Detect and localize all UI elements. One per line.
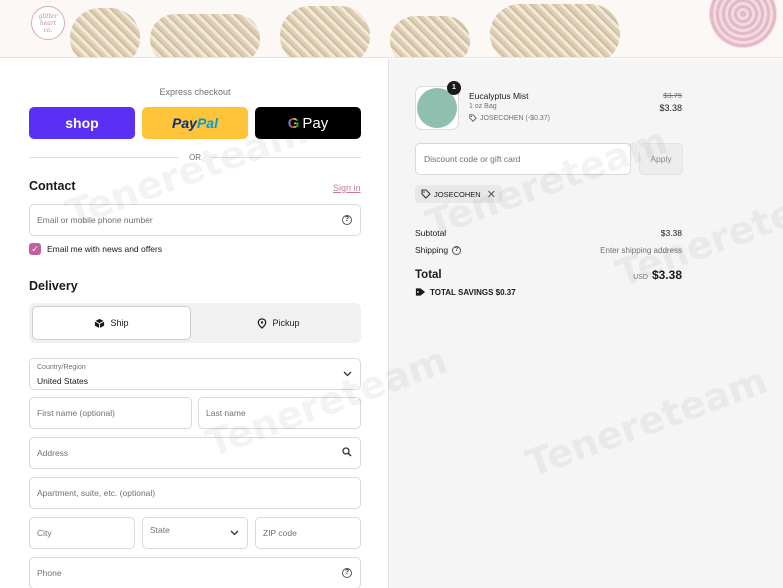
checkout-form: Express checkout shop Pay Pal G Pay OR Co… xyxy=(0,59,389,588)
or-divider: OR xyxy=(29,153,361,162)
city-placeholder: City xyxy=(37,528,52,538)
product-variant: 1 oz Bag xyxy=(469,103,497,110)
quantity-badge: 1 xyxy=(447,81,461,95)
sign-in-link[interactable]: Sign in xyxy=(333,183,361,193)
search-icon[interactable] xyxy=(342,447,352,459)
subtotal-value: $3.38 xyxy=(660,228,682,238)
country-select[interactable]: Country/Region United States xyxy=(29,358,361,390)
apply-button[interactable]: Apply xyxy=(639,143,683,175)
product-discount-text: JOSECOHEN (-$0.37) xyxy=(480,114,551,122)
apartment-placeholder: Apartment, suite, etc. (optional) xyxy=(37,488,156,498)
total-value: $3.38 xyxy=(651,268,682,282)
chevron-down-icon xyxy=(343,369,352,379)
applied-code-chip: JOSECOHEN ✕ xyxy=(415,185,502,203)
header-banner: glitter heart co. xyxy=(0,0,783,58)
help-icon[interactable]: ? xyxy=(342,568,352,578)
tag-icon xyxy=(415,288,426,296)
help-icon[interactable]: ? xyxy=(452,245,462,255)
help-icon[interactable]: ? xyxy=(342,215,352,225)
tag-icon xyxy=(469,114,477,122)
product-name: Eucalyptus Mist xyxy=(469,91,529,101)
banner-decoration xyxy=(709,0,777,48)
total-label: Total xyxy=(415,269,442,281)
email-field[interactable]: Email or mobile phone number ? xyxy=(29,204,361,236)
phone-placeholder: Phone xyxy=(37,568,62,578)
paypal-label-part1: Pay xyxy=(172,115,197,131)
product-discount: JOSECOHEN (-$0.37) xyxy=(469,114,550,122)
city-field[interactable]: City xyxy=(29,517,135,549)
state-select[interactable]: State xyxy=(142,517,248,549)
shipping-value: Enter shipping address xyxy=(600,245,682,255)
newsletter-checkbox-row[interactable]: ✓ Email me with news and offers xyxy=(29,243,162,255)
delivery-heading: Delivery xyxy=(29,279,78,293)
newsletter-label: Email me with news and offers xyxy=(47,244,163,254)
express-checkout-label: Express checkout xyxy=(159,87,231,97)
email-placeholder: Email or mobile phone number xyxy=(37,215,153,225)
shop-pay-label: shop xyxy=(65,115,99,131)
first-name-placeholder: First name (optional) xyxy=(37,408,115,418)
first-name-field[interactable]: First name (optional) xyxy=(29,397,192,429)
store-logo[interactable]: glitter heart co. xyxy=(31,6,65,40)
paypal-button[interactable]: Pay Pal xyxy=(142,107,248,139)
banner-decoration xyxy=(390,16,470,57)
original-price: $3.75 xyxy=(663,91,682,100)
paypal-label-part2: Pal xyxy=(196,115,218,131)
country-value: United States xyxy=(37,376,89,386)
newsletter-checkbox[interactable]: ✓ xyxy=(29,243,41,255)
country-label: Country/Region xyxy=(37,364,86,371)
subtotal-label: Subtotal xyxy=(415,228,447,238)
last-name-placeholder: Last name xyxy=(206,408,246,418)
subtotal-row: Subtotal $3.38 xyxy=(415,228,682,238)
zip-placeholder: ZIP code xyxy=(263,528,297,538)
apartment-field[interactable]: Apartment, suite, etc. (optional) xyxy=(29,477,361,509)
product-price: $3.38 xyxy=(659,103,682,113)
state-placeholder: State xyxy=(150,525,170,535)
savings-value: $0.37 xyxy=(495,287,516,297)
total-currency: USD xyxy=(633,274,648,281)
total-savings: TOTAL SAVINGS $0.37 xyxy=(415,287,516,297)
package-icon xyxy=(95,318,105,328)
discount-code-input[interactable]: Discount code or gift card xyxy=(415,143,631,175)
banner-decoration xyxy=(280,6,370,57)
last-name-field[interactable]: Last name xyxy=(198,397,361,429)
shipping-row: Shipping ? Enter shipping address xyxy=(415,245,682,255)
zip-field[interactable]: ZIP code xyxy=(255,517,361,549)
address-field[interactable]: Address xyxy=(29,437,361,469)
google-pay-button[interactable]: G Pay xyxy=(255,107,361,139)
banner-decoration xyxy=(70,8,140,57)
phone-field[interactable]: Phone ? xyxy=(29,557,361,588)
order-summary: 1 Eucalyptus Mist 1 oz Bag JOSECOHEN (-$… xyxy=(389,59,783,588)
pickup-option[interactable]: Pickup xyxy=(199,306,358,340)
address-placeholder: Address xyxy=(37,448,69,458)
banner-decoration xyxy=(490,4,620,57)
banner-decoration xyxy=(150,14,260,57)
delivery-method-toggle: Ship Pickup xyxy=(29,303,361,343)
shop-pay-button[interactable]: shop xyxy=(29,107,135,139)
chevron-down-icon xyxy=(230,528,239,538)
shipping-label: Shipping xyxy=(415,245,449,255)
pickup-label: Pickup xyxy=(272,318,300,328)
applied-code: JOSECOHEN xyxy=(434,189,481,199)
or-label: OR xyxy=(189,153,201,162)
tag-icon xyxy=(421,189,431,199)
google-g-icon: G xyxy=(287,114,300,132)
ship-option[interactable]: Ship xyxy=(32,306,191,340)
google-pay-label: Pay xyxy=(302,114,329,132)
ship-label: Ship xyxy=(110,318,129,328)
location-pin-icon xyxy=(258,317,267,329)
total-row: Total USD $3.38 xyxy=(415,268,682,282)
remove-code-icon[interactable]: ✕ xyxy=(487,188,496,201)
discount-placeholder: Discount code or gift card xyxy=(424,154,521,164)
contact-heading: Contact xyxy=(29,179,76,193)
savings-label: TOTAL SAVINGS xyxy=(430,287,494,297)
